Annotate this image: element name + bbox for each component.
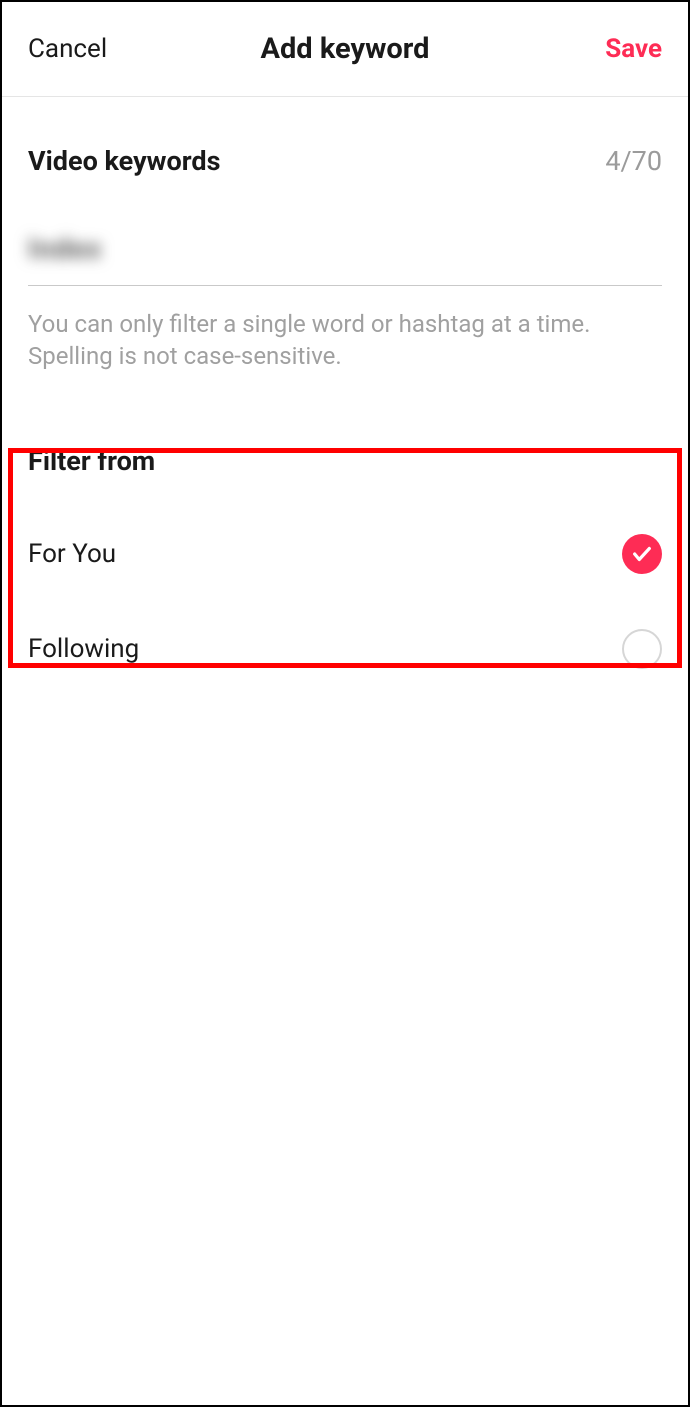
filter-from-title: Filter from	[28, 445, 662, 477]
keyword-input[interactable]: Index	[28, 232, 662, 286]
cancel-button[interactable]: Cancel	[28, 34, 128, 64]
filter-option-label: Following	[28, 634, 139, 664]
page-title: Add keyword	[128, 32, 562, 66]
radio-unchecked-icon	[622, 629, 662, 669]
keywords-title: Video keywords	[28, 145, 220, 177]
character-counter: 4/70	[605, 145, 662, 177]
content-area: Video keywords 4/70 Index You can only f…	[2, 97, 688, 697]
keyword-input-value: Index	[28, 232, 102, 265]
save-button[interactable]: Save	[562, 34, 662, 64]
helper-text: You can only filter a single word or has…	[28, 308, 662, 373]
filter-option-following[interactable]: Following	[28, 602, 662, 697]
header-bar: Cancel Add keyword Save	[2, 2, 688, 97]
filter-options-list: For You Following	[28, 507, 662, 697]
filter-option-label: For You	[28, 539, 116, 569]
keywords-section-header: Video keywords 4/70	[28, 97, 662, 177]
radio-checked-icon	[622, 534, 662, 574]
filter-option-for-you[interactable]: For You	[28, 507, 662, 602]
